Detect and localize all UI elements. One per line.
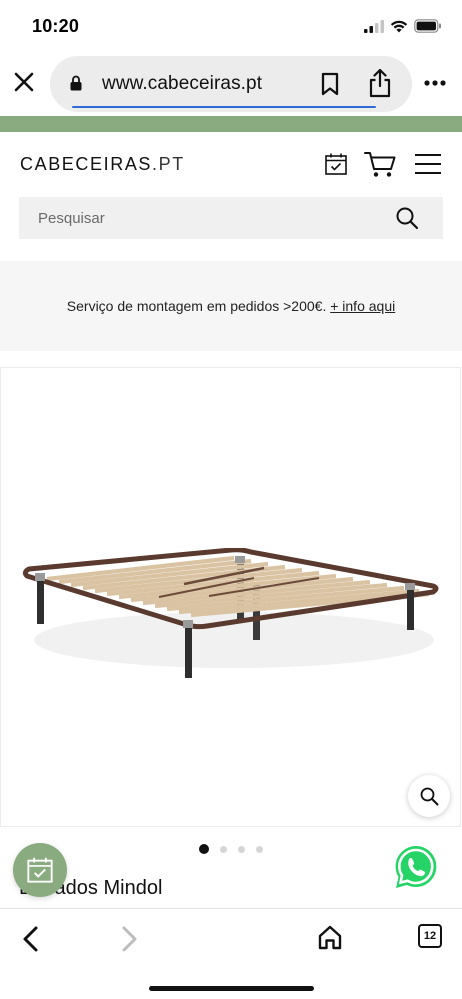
- status-icons: [364, 19, 442, 33]
- promo-text: Serviço de montagem em pedidos >200€.: [66, 298, 327, 314]
- battery-icon: [414, 19, 441, 33]
- lock-icon: [70, 75, 82, 91]
- cart-icon[interactable]: [364, 150, 396, 178]
- cellular-signal-icon: [364, 19, 384, 33]
- promo-banner: Serviço de montagem em pedidos >200€. + …: [0, 261, 462, 351]
- zoom-button[interactable]: [408, 775, 450, 817]
- tabs-button[interactable]: 12: [418, 924, 442, 948]
- home-icon[interactable]: [317, 924, 343, 950]
- gallery-dot[interactable]: [199, 844, 209, 854]
- forward-arrow-icon[interactable]: [118, 925, 140, 953]
- close-icon[interactable]: [10, 68, 38, 96]
- search-bar: [19, 197, 443, 239]
- gallery-pagination: [199, 844, 263, 854]
- status-time: 10:20: [32, 16, 80, 36]
- browser-address-bar: www.cabeceiras.pt: [0, 52, 462, 116]
- whatsapp-icon[interactable]: [392, 843, 440, 891]
- tabs-count: 12: [423, 930, 437, 942]
- calendar-check-icon: [27, 857, 53, 883]
- status-bar: 10:20: [0, 0, 462, 52]
- logo-suffix-text: .PT: [152, 154, 185, 174]
- url-text: www.cabeceiras.pt: [102, 73, 263, 94]
- zoom-icon: [420, 787, 439, 806]
- product-image: [22, 548, 439, 678]
- site-logo[interactable]: CABECEIRAS.PT: [20, 154, 185, 175]
- back-arrow-icon[interactable]: [20, 925, 42, 953]
- gallery-dot[interactable]: [256, 845, 263, 853]
- appointment-button[interactable]: [13, 843, 67, 897]
- brand-strip: [0, 116, 462, 132]
- page-load-progress: [72, 106, 376, 108]
- share-icon[interactable]: [368, 68, 392, 98]
- more-icon[interactable]: [424, 80, 446, 86]
- calendar-check-icon[interactable]: [324, 152, 348, 176]
- promo-message: Serviço de montagem em pedidos >200€. + …: [67, 298, 395, 314]
- hamburger-menu-icon[interactable]: [414, 153, 442, 175]
- search-input[interactable]: [19, 197, 379, 239]
- home-indicator: [149, 986, 314, 991]
- wifi-icon: [390, 20, 408, 32]
- search-icon[interactable]: [395, 206, 419, 230]
- logo-main-text: CABECEIRAS: [20, 154, 153, 174]
- product-gallery[interactable]: [0, 367, 461, 827]
- gallery-dot[interactable]: [238, 845, 245, 853]
- url-field[interactable]: www.cabeceiras.pt: [50, 56, 412, 112]
- promo-info-link[interactable]: + info aqui: [330, 298, 395, 314]
- site-header: CABECEIRAS.PT: [0, 132, 462, 196]
- gallery-dot[interactable]: [220, 845, 227, 853]
- bookmark-icon[interactable]: [320, 72, 340, 96]
- browser-toolbar: 12: [0, 908, 462, 999]
